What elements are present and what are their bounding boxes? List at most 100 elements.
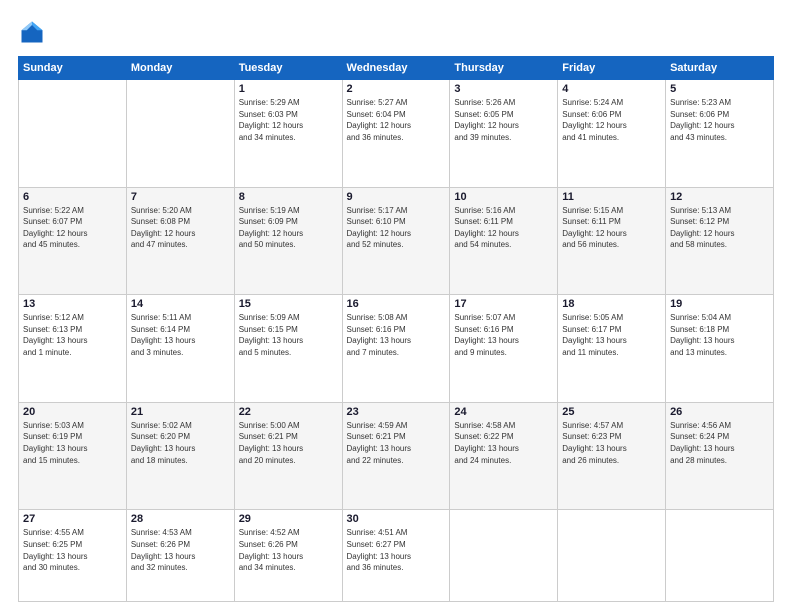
day-number: 16 <box>347 298 446 310</box>
day-info: Sunrise: 4:55 AM Sunset: 6:25 PM Dayligh… <box>23 527 122 573</box>
day-number: 10 <box>454 191 553 203</box>
calendar-cell: 2 Sunrise: 5:27 AM Sunset: 6:04 PM Daylig… <box>342 80 450 188</box>
day-info: Sunrise: 5:03 AM Sunset: 6:19 PM Dayligh… <box>23 420 122 466</box>
calendar-table: SundayMondayTuesdayWednesdayThursdayFrid… <box>18 56 774 602</box>
calendar-cell: 11 Sunrise: 5:15 AM Sunset: 6:11 PM Dayli… <box>558 187 666 295</box>
calendar-week-row: 27Sunrise: 4:55 AM Sunset: 6:25 PM Dayli… <box>19 510 774 602</box>
logo <box>18 18 50 46</box>
weekday-header-saturday: Saturday <box>666 57 774 80</box>
day-number: 20 <box>23 406 122 418</box>
day-info: Sunrise: 4:56 AM Sunset: 6:24 PM Dayligh… <box>670 420 769 466</box>
day-number: 8 <box>239 191 338 203</box>
calendar-cell <box>666 510 774 602</box>
day-number: 29 <box>239 513 338 525</box>
day-number: 23 <box>347 406 446 418</box>
calendar-cell: 12 Sunrise: 5:13 AM Sunset: 6:12 PM Dayli… <box>666 187 774 295</box>
logo-icon <box>18 18 46 46</box>
day-number: 19 <box>670 298 769 310</box>
calendar-cell: 19 Sunrise: 5:04 AM Sunset: 6:18 PM Dayli… <box>666 295 774 403</box>
calendar-cell <box>126 80 234 188</box>
day-info: Sunrise: 5:12 AM Sunset: 6:13 PM Dayligh… <box>23 312 122 358</box>
page: SundayMondayTuesdayWednesdayThursdayFrid… <box>0 0 792 612</box>
day-info: Sunrise: 5:26 AM Sunset: 6:05 PM Dayligh… <box>454 97 553 143</box>
calendar-week-row: 6 Sunrise: 5:22 AM Sunset: 6:07 PM Daylig… <box>19 187 774 295</box>
day-number: 12 <box>670 191 769 203</box>
day-number: 28 <box>131 513 230 525</box>
calendar-cell: 23 Sunrise: 4:59 AM Sunset: 6:21 PM Dayli… <box>342 402 450 510</box>
day-info: Sunrise: 5:22 AM Sunset: 6:07 PM Dayligh… <box>23 205 122 251</box>
day-number: 22 <box>239 406 338 418</box>
day-info: Sunrise: 5:11 AM Sunset: 6:14 PM Dayligh… <box>131 312 230 358</box>
day-info: Sunrise: 5:29 AM Sunset: 6:03 PM Dayligh… <box>239 97 338 143</box>
day-info: Sunrise: 5:09 AM Sunset: 6:15 PM Dayligh… <box>239 312 338 358</box>
calendar-cell: 30Sunrise: 4:51 AM Sunset: 6:27 PM Dayli… <box>342 510 450 602</box>
day-number: 17 <box>454 298 553 310</box>
calendar-cell: 17 Sunrise: 5:07 AM Sunset: 6:16 PM Dayli… <box>450 295 558 403</box>
day-info: Sunrise: 5:15 AM Sunset: 6:11 PM Dayligh… <box>562 205 661 251</box>
day-number: 18 <box>562 298 661 310</box>
calendar-cell: 3 Sunrise: 5:26 AM Sunset: 6:05 PM Daylig… <box>450 80 558 188</box>
calendar-cell: 10 Sunrise: 5:16 AM Sunset: 6:11 PM Dayli… <box>450 187 558 295</box>
calendar-header-row: SundayMondayTuesdayWednesdayThursdayFrid… <box>19 57 774 80</box>
day-info: Sunrise: 5:07 AM Sunset: 6:16 PM Dayligh… <box>454 312 553 358</box>
day-number: 2 <box>347 83 446 95</box>
calendar-cell: 24 Sunrise: 4:58 AM Sunset: 6:22 PM Dayli… <box>450 402 558 510</box>
weekday-header-sunday: Sunday <box>19 57 127 80</box>
day-info: Sunrise: 5:05 AM Sunset: 6:17 PM Dayligh… <box>562 312 661 358</box>
calendar-cell: 7 Sunrise: 5:20 AM Sunset: 6:08 PM Daylig… <box>126 187 234 295</box>
day-info: Sunrise: 5:08 AM Sunset: 6:16 PM Dayligh… <box>347 312 446 358</box>
day-info: Sunrise: 5:17 AM Sunset: 6:10 PM Dayligh… <box>347 205 446 251</box>
day-info: Sunrise: 5:16 AM Sunset: 6:11 PM Dayligh… <box>454 205 553 251</box>
day-number: 5 <box>670 83 769 95</box>
calendar-cell: 20 Sunrise: 5:03 AM Sunset: 6:19 PM Dayli… <box>19 402 127 510</box>
calendar-cell <box>19 80 127 188</box>
day-number: 1 <box>239 83 338 95</box>
calendar-cell: 9 Sunrise: 5:17 AM Sunset: 6:10 PM Daylig… <box>342 187 450 295</box>
day-info: Sunrise: 4:58 AM Sunset: 6:22 PM Dayligh… <box>454 420 553 466</box>
day-number: 13 <box>23 298 122 310</box>
calendar-cell: 15Sunrise: 5:09 AM Sunset: 6:15 PM Dayli… <box>234 295 342 403</box>
calendar-cell: 27Sunrise: 4:55 AM Sunset: 6:25 PM Dayli… <box>19 510 127 602</box>
calendar-cell: 1 Sunrise: 5:29 AM Sunset: 6:03 PM Daylig… <box>234 80 342 188</box>
day-number: 30 <box>347 513 446 525</box>
day-info: Sunrise: 4:59 AM Sunset: 6:21 PM Dayligh… <box>347 420 446 466</box>
weekday-header-wednesday: Wednesday <box>342 57 450 80</box>
day-info: Sunrise: 4:53 AM Sunset: 6:26 PM Dayligh… <box>131 527 230 573</box>
calendar-cell: 26Sunrise: 4:56 AM Sunset: 6:24 PM Dayli… <box>666 402 774 510</box>
calendar-cell: 29 Sunrise: 4:52 AM Sunset: 6:26 PM Dayli… <box>234 510 342 602</box>
calendar-cell: 22Sunrise: 5:00 AM Sunset: 6:21 PM Dayli… <box>234 402 342 510</box>
calendar-cell: 25Sunrise: 4:57 AM Sunset: 6:23 PM Dayli… <box>558 402 666 510</box>
calendar-cell: 6 Sunrise: 5:22 AM Sunset: 6:07 PM Daylig… <box>19 187 127 295</box>
calendar-cell: 13 Sunrise: 5:12 AM Sunset: 6:13 PM Dayli… <box>19 295 127 403</box>
day-number: 11 <box>562 191 661 203</box>
day-number: 21 <box>131 406 230 418</box>
calendar-cell: 16 Sunrise: 5:08 AM Sunset: 6:16 PM Dayli… <box>342 295 450 403</box>
day-info: Sunrise: 5:19 AM Sunset: 6:09 PM Dayligh… <box>239 205 338 251</box>
day-info: Sunrise: 5:24 AM Sunset: 6:06 PM Dayligh… <box>562 97 661 143</box>
day-info: Sunrise: 5:02 AM Sunset: 6:20 PM Dayligh… <box>131 420 230 466</box>
day-number: 6 <box>23 191 122 203</box>
day-number: 7 <box>131 191 230 203</box>
weekday-header-friday: Friday <box>558 57 666 80</box>
calendar-cell: 4 Sunrise: 5:24 AM Sunset: 6:06 PM Daylig… <box>558 80 666 188</box>
day-number: 3 <box>454 83 553 95</box>
calendar-cell: 21 Sunrise: 5:02 AM Sunset: 6:20 PM Dayli… <box>126 402 234 510</box>
calendar-cell: 14Sunrise: 5:11 AM Sunset: 6:14 PM Dayli… <box>126 295 234 403</box>
weekday-header-monday: Monday <box>126 57 234 80</box>
day-info: Sunrise: 5:27 AM Sunset: 6:04 PM Dayligh… <box>347 97 446 143</box>
calendar-week-row: 1 Sunrise: 5:29 AM Sunset: 6:03 PM Daylig… <box>19 80 774 188</box>
day-info: Sunrise: 4:52 AM Sunset: 6:26 PM Dayligh… <box>239 527 338 573</box>
weekday-header-thursday: Thursday <box>450 57 558 80</box>
day-info: Sunrise: 4:57 AM Sunset: 6:23 PM Dayligh… <box>562 420 661 466</box>
weekday-header-tuesday: Tuesday <box>234 57 342 80</box>
calendar-week-row: 13 Sunrise: 5:12 AM Sunset: 6:13 PM Dayli… <box>19 295 774 403</box>
calendar-cell <box>558 510 666 602</box>
day-number: 4 <box>562 83 661 95</box>
day-info: Sunrise: 5:13 AM Sunset: 6:12 PM Dayligh… <box>670 205 769 251</box>
calendar-cell: 28 Sunrise: 4:53 AM Sunset: 6:26 PM Dayli… <box>126 510 234 602</box>
day-info: Sunrise: 5:04 AM Sunset: 6:18 PM Dayligh… <box>670 312 769 358</box>
day-info: Sunrise: 5:20 AM Sunset: 6:08 PM Dayligh… <box>131 205 230 251</box>
day-number: 24 <box>454 406 553 418</box>
calendar-cell: 5Sunrise: 5:23 AM Sunset: 6:06 PM Daylig… <box>666 80 774 188</box>
day-number: 9 <box>347 191 446 203</box>
